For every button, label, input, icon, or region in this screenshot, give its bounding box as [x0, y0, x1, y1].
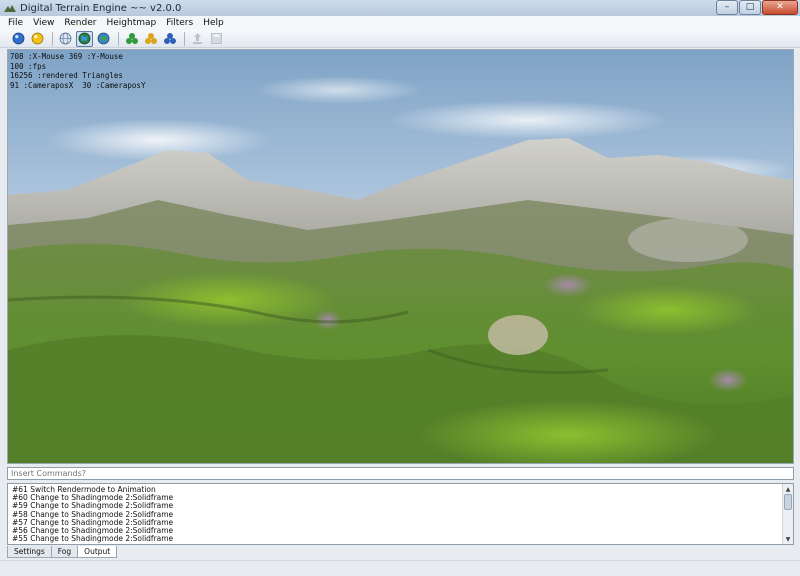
tab-settings[interactable]: Settings: [7, 546, 52, 558]
menu-filters[interactable]: Filters: [162, 18, 199, 28]
blue-filter-button[interactable]: [161, 31, 178, 47]
save-button[interactable]: [208, 31, 225, 47]
green-spheres-icon: [125, 33, 138, 44]
menu-help[interactable]: Help: [199, 18, 230, 28]
toolbar-separator: [118, 31, 119, 46]
tab-output[interactable]: Output: [77, 546, 118, 558]
terrain-render: [8, 138, 793, 463]
yellow-orb-button[interactable]: [29, 31, 46, 47]
minimize-button[interactable]: –: [716, 0, 738, 15]
log-scrollbar[interactable]: ▲ ▼: [782, 484, 793, 544]
hud-mouse-readout: 708 :X-Mouse 369 :Y-Mouse: [10, 52, 123, 61]
textured-globe-icon: [97, 32, 110, 45]
toolbar-separator: [184, 31, 185, 46]
toolbar: [0, 30, 800, 48]
wireframe-mode-button[interactable]: [57, 31, 74, 47]
solid-globe-icon: [78, 32, 91, 45]
menu-bar: File View Render Heightmap Filters Help: [0, 16, 800, 30]
blue-orb-button[interactable]: [10, 31, 27, 47]
export-button[interactable]: [189, 31, 206, 47]
toolbar-separator: [52, 31, 53, 46]
scroll-thumb[interactable]: [784, 494, 792, 510]
menu-heightmap[interactable]: Heightmap: [102, 18, 162, 28]
hud-triangles-readout: 16256 :rendered Triangles: [10, 71, 123, 80]
textured-mode-button[interactable]: [95, 31, 112, 47]
log-line: #55 Change to Shadingmode 2:Solidframe: [12, 534, 174, 544]
scroll-up-icon[interactable]: ▲: [783, 484, 793, 494]
hud-fps-readout: 100 :fps: [10, 61, 47, 71]
maximize-button[interactable]: □: [739, 0, 761, 15]
command-input[interactable]: [7, 467, 794, 480]
export-icon: [193, 33, 202, 44]
hud-overlay: 708 :X-Mouse 369 :Y-Mouse 100 :fps 16256…: [10, 52, 145, 90]
yellow-orb-icon: [31, 32, 44, 45]
green-filter-button[interactable]: [123, 31, 140, 47]
yellow-spheres-icon: [144, 33, 157, 44]
solid-mode-button[interactable]: [76, 30, 93, 47]
terrain-viewport[interactable]: 708 :X-Mouse 369 :Y-Mouse 100 :fps 16256…: [7, 49, 794, 464]
menu-view[interactable]: View: [29, 18, 60, 28]
tab-fog[interactable]: Fog: [50, 546, 79, 558]
status-bar: [0, 560, 800, 576]
blue-spheres-icon: [163, 33, 176, 44]
yellow-filter-button[interactable]: [142, 31, 159, 47]
output-log[interactable]: #61 Switch Rendermode to Animation #60 C…: [7, 483, 794, 545]
close-button[interactable]: ✕: [762, 0, 798, 15]
app-icon: [4, 5, 16, 12]
panel-tabs: Settings Fog Output: [7, 546, 118, 558]
menu-file[interactable]: File: [4, 18, 29, 28]
window-title: Digital Terrain Engine ~~ v2.0.0: [20, 2, 182, 14]
scroll-down-icon[interactable]: ▼: [783, 534, 793, 544]
save-icon: [211, 33, 222, 44]
title-bar: Digital Terrain Engine ~~ v2.0.0 – □ ✕: [0, 0, 800, 16]
blue-orb-icon: [12, 32, 25, 45]
wireframe-globe-icon: [59, 32, 72, 45]
window-controls: – □ ✕: [716, 0, 798, 15]
hud-camera-readout: 91 :CameraposX 30 :CameraposY: [10, 80, 146, 90]
menu-render[interactable]: Render: [60, 18, 102, 28]
